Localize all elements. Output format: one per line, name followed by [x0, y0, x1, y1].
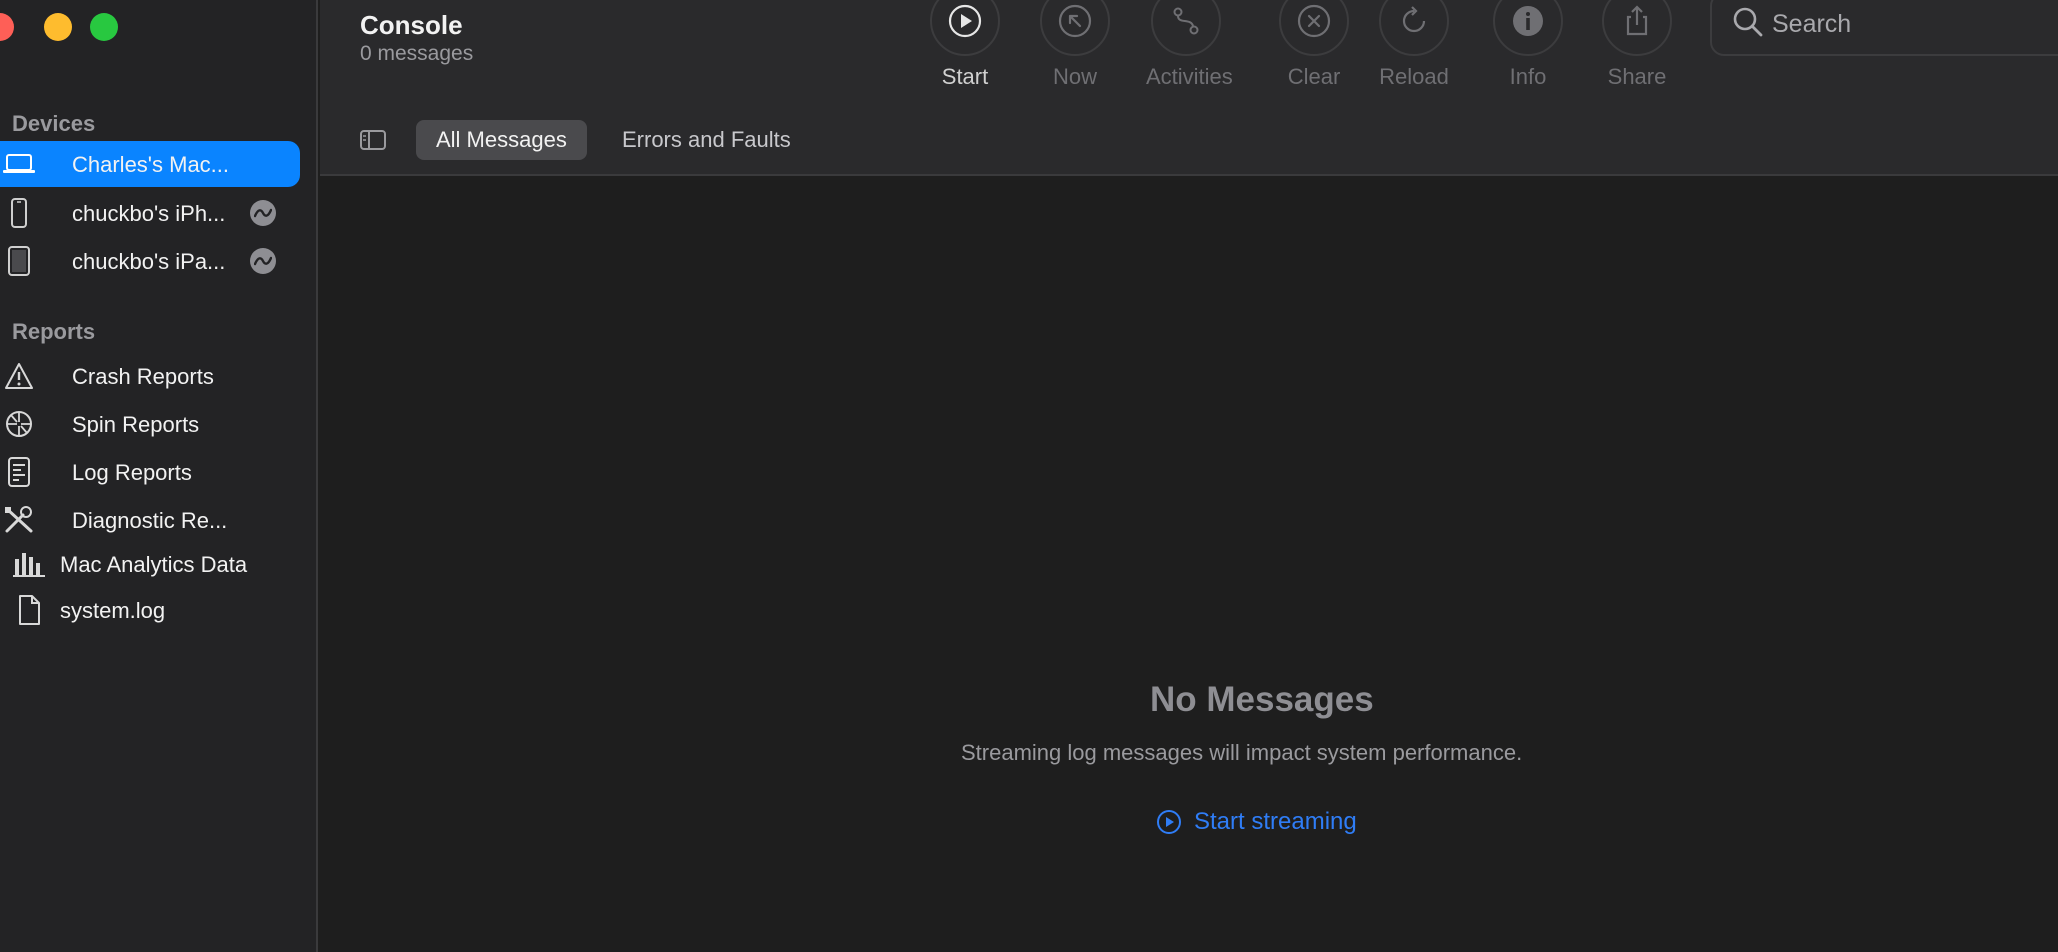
sidebar-item-label: chuckbo's iPa...: [72, 249, 226, 274]
tab-errors-and-faults[interactable]: Errors and Faults: [602, 120, 811, 160]
sidebar-item-label: Log Reports: [72, 460, 192, 485]
reload-icon: [1402, 6, 1426, 33]
streaming-badge-icon: [250, 248, 276, 274]
search-field[interactable]: [1710, 0, 2058, 56]
document-icon: [12, 595, 46, 625]
search-input[interactable]: [1770, 6, 2058, 42]
sidebar-item-label: Mac Analytics Data: [60, 552, 248, 577]
sidebar-item-device-iphone[interactable]: chuckbo's iPh...: [0, 190, 300, 236]
bar-chart-icon: [12, 549, 46, 579]
share-icon: [1626, 5, 1648, 36]
spin-icon: [2, 409, 36, 439]
sidebar-item-label: Spin Reports: [72, 412, 200, 437]
share-button[interactable]: Share: [1597, 0, 1677, 90]
activities-icon: [1173, 7, 1199, 35]
ipad-icon: [2, 246, 36, 276]
now-button-label: Now: [1052, 64, 1097, 89]
empty-state-title: No Messages: [1150, 680, 1374, 719]
sidebar-item-label: chuckbo's iPh...: [72, 201, 226, 226]
sidebar-item-diagnostic-reports[interactable]: Diagnostic Re...: [0, 497, 300, 543]
clear-button-label: Clear: [1287, 64, 1341, 89]
streaming-badge-icon: [250, 200, 276, 226]
iphone-icon: [2, 198, 36, 228]
window-zoom-button[interactable]: [90, 13, 118, 41]
sidebar-item-label: Diagnostic Re...: [72, 508, 228, 533]
sidebar-item-label: Charles's Mac...: [72, 152, 230, 177]
sidebar-toggle-icon[interactable]: [360, 130, 386, 150]
sidebar-item-crash-reports[interactable]: Crash Reports: [0, 353, 300, 399]
clear-button[interactable]: Clear: [1274, 0, 1354, 90]
info-button[interactable]: Info: [1488, 0, 1568, 90]
sidebar-item-log-reports[interactable]: Log Reports: [0, 449, 300, 495]
log-icon: [2, 457, 36, 487]
sidebar-item-spin-reports[interactable]: Spin Reports: [0, 401, 300, 447]
start-streaming-label: Start streaming: [1194, 808, 1357, 835]
clear-icon: [1297, 4, 1331, 38]
tools-icon: [2, 505, 36, 535]
activities-button-label: Activities: [1146, 64, 1233, 89]
play-icon: [948, 4, 982, 38]
sidebar-item-device-mac[interactable]: Charles's Mac...: [0, 141, 300, 187]
sidebar-item-label: Crash Reports: [72, 364, 214, 389]
start-button[interactable]: Start: [925, 0, 1005, 90]
empty-state-subtitle: Streaming log messages will impact syste…: [961, 740, 1523, 765]
message-count: 0 messages: [360, 42, 474, 65]
sidebar-item-label: system.log: [60, 598, 166, 623]
warning-icon: [2, 361, 36, 391]
laptop-icon: [2, 149, 36, 179]
page-title: Console: [360, 10, 463, 40]
start-streaming-link[interactable]: Start streaming: [1156, 808, 1357, 836]
toolbar: Console 0 messages Start Now Activities …: [320, 0, 2058, 176]
play-circle-icon: [1157, 810, 1181, 834]
window-minimize-button[interactable]: [44, 13, 72, 41]
window-close-button[interactable]: [0, 13, 14, 41]
sidebar-item-device-ipad[interactable]: chuckbo's iPa...: [0, 238, 300, 284]
info-button-label: Info: [1509, 64, 1547, 89]
reload-button[interactable]: Reload: [1374, 0, 1454, 90]
activities-button[interactable]: Activities: [1146, 0, 1233, 90]
search-icon: [1733, 7, 1763, 37]
start-button-label: Start: [941, 64, 989, 89]
arrow-up-left-icon: [1058, 4, 1092, 38]
info-icon: [1513, 6, 1543, 36]
reload-button-label: Reload: [1379, 64, 1449, 89]
share-button-label: Share: [1607, 64, 1667, 89]
tab-all-messages[interactable]: All Messages: [416, 120, 587, 160]
sidebar: Devices Charles's Mac... chuckbo's iPh..…: [0, 0, 318, 952]
now-button[interactable]: Now: [1035, 0, 1115, 90]
reports-section-header: Reports: [12, 319, 96, 344]
devices-section-header: Devices: [12, 111, 96, 136]
sidebar-item-mac-analytics[interactable]: Mac Analytics Data: [0, 541, 300, 587]
sidebar-item-system-log[interactable]: system.log: [0, 587, 300, 633]
